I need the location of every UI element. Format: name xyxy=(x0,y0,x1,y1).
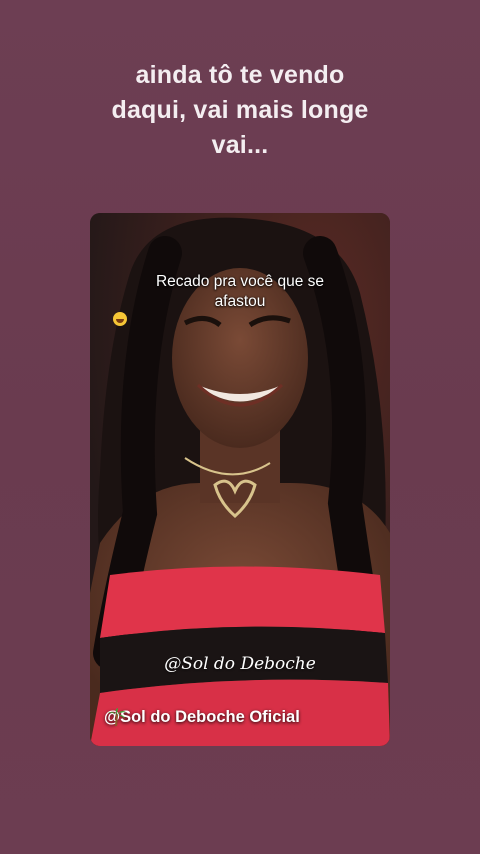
overlay-line-2: afastou xyxy=(110,292,370,326)
caption-line-3: vai... xyxy=(211,131,269,159)
story-overlay-text: Recado pra você que se afastou xyxy=(110,272,370,326)
caption-line-1: ainda tô te vendo xyxy=(135,61,345,89)
palm-tree-icon xyxy=(108,708,126,726)
grinning-face-icon xyxy=(113,312,127,326)
overlay-line-1: Recado pra você que se xyxy=(155,273,325,290)
credit-text: @Sol do Deboche Oficial xyxy=(104,708,300,727)
story-caption: ainda tô te vendo daqui, vai mais longe … xyxy=(0,58,480,163)
watermark: @Sol do Deboche xyxy=(164,654,316,674)
credit-label: @Sol do Deboche Oficial xyxy=(104,708,300,726)
story-media-card[interactable]: Recado pra você que se afastou @Sol do D… xyxy=(90,213,390,746)
caption-line-2: daqui, vai mais longe xyxy=(111,96,369,124)
overlay-line-2-text: afastou xyxy=(214,293,266,310)
